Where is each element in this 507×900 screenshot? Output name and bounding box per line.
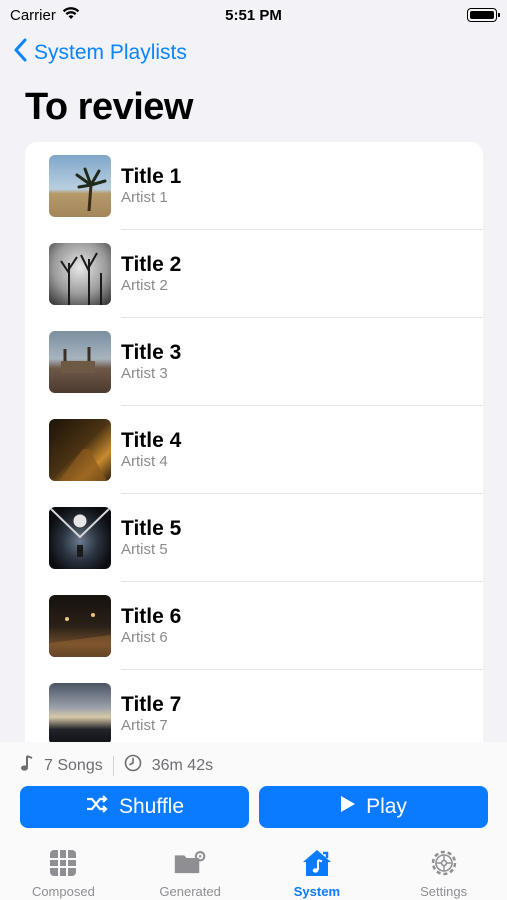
clock-icon xyxy=(124,754,142,777)
carrier-label: Carrier xyxy=(10,6,56,24)
tab-settings[interactable]: Settings xyxy=(380,844,507,900)
album-artwork xyxy=(49,595,111,657)
back-button[interactable]: System Playlists xyxy=(14,38,187,68)
song-row[interactable]: Title 4 Artist 4 xyxy=(25,406,483,494)
song-artist: Artist 4 xyxy=(121,453,168,470)
music-note-icon xyxy=(20,754,34,777)
page-title: To review xyxy=(25,86,193,128)
grid-icon xyxy=(47,848,79,878)
song-title: Title 6 xyxy=(121,605,182,628)
play-label: Play xyxy=(366,795,407,818)
song-count: 7 Songs xyxy=(44,756,103,774)
album-artwork xyxy=(49,155,111,217)
song-row[interactable]: Title 6 Artist 6 xyxy=(25,582,483,670)
total-duration: 36m 42s xyxy=(151,756,214,774)
play-button[interactable]: Play xyxy=(259,786,488,828)
song-title: Title 7 xyxy=(121,693,182,716)
playlist-footer: 7 Songs 36m 42s Shuffle Play Composed Ge… xyxy=(0,742,507,900)
song-artist: Artist 3 xyxy=(121,365,168,382)
album-artwork xyxy=(49,419,111,481)
song-title: Title 1 xyxy=(121,165,182,188)
shuffle-icon xyxy=(85,794,109,820)
gear-icon xyxy=(428,848,460,878)
song-artist: Artist 1 xyxy=(121,189,168,206)
playlist-summary: 7 Songs 36m 42s xyxy=(20,754,213,777)
tab-label: Settings xyxy=(420,884,468,899)
tab-composed[interactable]: Composed xyxy=(0,844,127,900)
tab-bar: Composed Generated System Settings xyxy=(0,844,507,900)
summary-divider xyxy=(112,755,114,776)
album-artwork xyxy=(49,507,111,569)
song-row[interactable]: Title 1 Artist 1 xyxy=(25,142,483,230)
shuffle-label: Shuffle xyxy=(119,795,184,818)
song-row[interactable]: Title 3 Artist 3 xyxy=(25,318,483,406)
song-title: Title 5 xyxy=(121,517,182,540)
wifi-icon xyxy=(62,6,80,24)
album-artwork xyxy=(49,683,111,742)
song-row[interactable]: Title 5 Artist 5 xyxy=(25,494,483,582)
house-music-icon xyxy=(301,848,333,878)
tab-label: Generated xyxy=(159,884,221,899)
song-title: Title 3 xyxy=(121,341,182,364)
tab-label: Composed xyxy=(31,884,95,899)
back-label: System Playlists xyxy=(34,41,187,64)
folder-gear-icon xyxy=(174,848,206,878)
status-left: Carrier xyxy=(10,6,80,24)
battery-icon xyxy=(467,8,500,22)
album-artwork xyxy=(49,331,111,393)
play-icon xyxy=(340,795,356,819)
shuffle-button[interactable]: Shuffle xyxy=(20,786,249,828)
album-artwork xyxy=(49,243,111,305)
song-row[interactable]: Title 2 Artist 2 xyxy=(25,230,483,318)
tab-system[interactable]: System xyxy=(254,844,381,900)
tab-generated[interactable]: Generated xyxy=(127,844,254,900)
song-artist: Artist 2 xyxy=(121,277,168,294)
song-artist: Artist 5 xyxy=(121,541,168,558)
song-artist: Artist 6 xyxy=(121,629,168,646)
song-artist: Artist 7 xyxy=(121,717,168,734)
song-title: Title 2 xyxy=(121,253,182,276)
song-title: Title 4 xyxy=(121,429,182,452)
status-bar: Carrier 5:51 PM xyxy=(0,0,507,30)
chevron-left-icon xyxy=(14,38,28,68)
song-list: Title 1 Artist 1 Title 2 Artist 2 Title … xyxy=(25,142,483,742)
tab-label: System xyxy=(293,884,340,899)
song-row[interactable]: Title 7 Artist 7 xyxy=(25,670,483,742)
